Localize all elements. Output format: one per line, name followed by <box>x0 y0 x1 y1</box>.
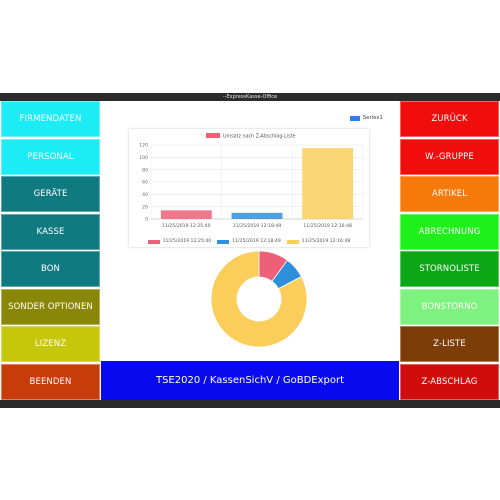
abrechnung-button[interactable]: ABRECHNUNG <box>400 213 499 250</box>
bar-chart-legend: 11/25/2019 12:25:40 11/25/2019 12:18:49 … <box>129 239 369 244</box>
zurueck-button[interactable]: ZURÜCK <box>400 101 499 138</box>
dashboard-panel: Series1 Umsatz nach Z-Abschlag-Liste 0 20 4… <box>101 101 399 361</box>
zurueck-button-label: ZURÜCK <box>431 114 468 125</box>
artikel-button[interactable]: ARTIKEL <box>400 176 499 213</box>
tse-export-button-label: TSE2020 / KassenSichV / GoBDExport <box>155 375 345 386</box>
warengruppe-button[interactable]: W.-GRUPPE <box>400 138 499 175</box>
stornoliste-button-label: STORNOLISTE <box>419 264 480 275</box>
geraete-button[interactable]: GERÄTE <box>1 176 100 213</box>
bar-2 <box>231 212 283 219</box>
abrechnung-button-label: ABRECHNUNG <box>418 226 481 237</box>
y-tick-label-2: 40 <box>142 192 148 198</box>
bar-chart: Umsatz nach Z-Abschlag-Liste 0 20 40 60 80 100… <box>139 133 364 229</box>
lizenz-button[interactable]: LIZENZ <box>1 326 100 363</box>
bon-button-label: BON <box>40 264 61 275</box>
chart-title-swatch <box>206 133 220 138</box>
personal-button-label: PERSONAL <box>27 151 74 162</box>
x-tick-label-3: 11/25/2019 12:16:48 <box>303 223 352 229</box>
y-tick-label-5: 100 <box>139 155 148 161</box>
warengruppe-button-label: W.-GRUPPE <box>425 151 474 162</box>
legend-swatch-1 <box>147 239 160 244</box>
z-liste-button[interactable]: Z-LISTE <box>400 326 499 363</box>
z-liste-button-label: Z-LISTE <box>433 339 466 350</box>
y-tick-label-1: 20 <box>142 204 148 210</box>
chart-title: Umsatz nach Z-Abschlag-Liste <box>223 134 295 140</box>
legend-swatch-2 <box>217 239 230 244</box>
sonder-optionen-button[interactable]: SONDER OPTIONEN <box>1 288 100 325</box>
bonstorno-button-label: BONSTORNO <box>421 301 478 312</box>
y-tick-label-3: 60 <box>142 180 148 186</box>
y-tick-label-0: 0 <box>145 217 148 223</box>
bonstorno-button[interactable]: BONSTORNO <box>400 288 499 325</box>
donut-chart-wrap <box>209 249 309 353</box>
donut-chart <box>210 250 308 348</box>
right-button-column: ZURÜCK W.-GRUPPE ARTIKEL ABRECHNUNG STOR… <box>400 101 499 400</box>
legend-label-2: 11/25/2019 12:18:49 <box>232 239 281 244</box>
series-legend-swatch <box>349 115 360 121</box>
tse-export-button[interactable]: TSE2020 / KassenSichV / GoBDExport <box>101 361 399 400</box>
series-legend: Series1 <box>349 115 383 121</box>
legend-swatch-3 <box>286 239 299 244</box>
left-button-column: FIRMENDATEN PERSONAL GERÄTE KASSE BON SO… <box>1 101 100 400</box>
z-abschlag-button[interactable]: Z-ABSCHLAG <box>400 363 499 400</box>
x-tick-label-2: 11/25/2019 12:18:49 <box>233 223 282 229</box>
bar-chart-card: Umsatz nach Z-Abschlag-Liste 0 20 40 60 80 100… <box>129 129 369 247</box>
legend-item-2: 11/25/2019 12:18:49 <box>217 239 281 244</box>
bar-3 <box>302 148 354 219</box>
lizenz-button-label: LIZENZ <box>34 339 67 350</box>
legend-item-1: 11/25/2019 12:25:40 <box>147 239 212 244</box>
series-legend-label: Series1 <box>362 115 383 121</box>
sonder-optionen-button-label: SONDER OPTIONEN <box>8 301 93 312</box>
kasse-button-label: KASSE <box>36 226 65 237</box>
window-title-bar: --ExpressKasse-Office <box>0 93 500 101</box>
bon-button[interactable]: BON <box>1 251 100 288</box>
personal-button[interactable]: PERSONAL <box>1 138 100 175</box>
z-abschlag-button-label: Z-ABSCHLAG <box>421 376 478 387</box>
window-bottom-bar <box>0 400 500 408</box>
bar-1 <box>160 210 212 219</box>
firmendaten-button[interactable]: FIRMENDATEN <box>1 101 100 138</box>
legend-label-3: 11/25/2019 12:16:48 <box>301 239 351 244</box>
firmendaten-button-label: FIRMENDATEN <box>19 114 82 125</box>
legend-item-3: 11/25/2019 12:16:48 <box>286 239 351 244</box>
y-tick-label-4: 80 <box>142 167 148 173</box>
beenden-button-label: BEENDEN <box>29 376 72 387</box>
y-tick-label-6: 120 <box>139 143 148 149</box>
legend-label-1: 11/25/2019 12:25:40 <box>162 239 212 244</box>
beenden-button[interactable]: BEENDEN <box>1 363 100 400</box>
artikel-button-label: ARTIKEL <box>431 189 468 200</box>
geraete-button-label: GERÄTE <box>33 189 68 200</box>
kasse-button[interactable]: KASSE <box>1 213 100 250</box>
x-tick-label-1: 11/25/2019 12:25:40 <box>162 223 211 229</box>
window-title: --ExpressKasse-Office <box>222 94 278 100</box>
app-window: --ExpressKasse-Office FIRMENDATEN PERSON… <box>0 93 500 408</box>
stornoliste-button[interactable]: STORNOLISTE <box>400 251 499 288</box>
